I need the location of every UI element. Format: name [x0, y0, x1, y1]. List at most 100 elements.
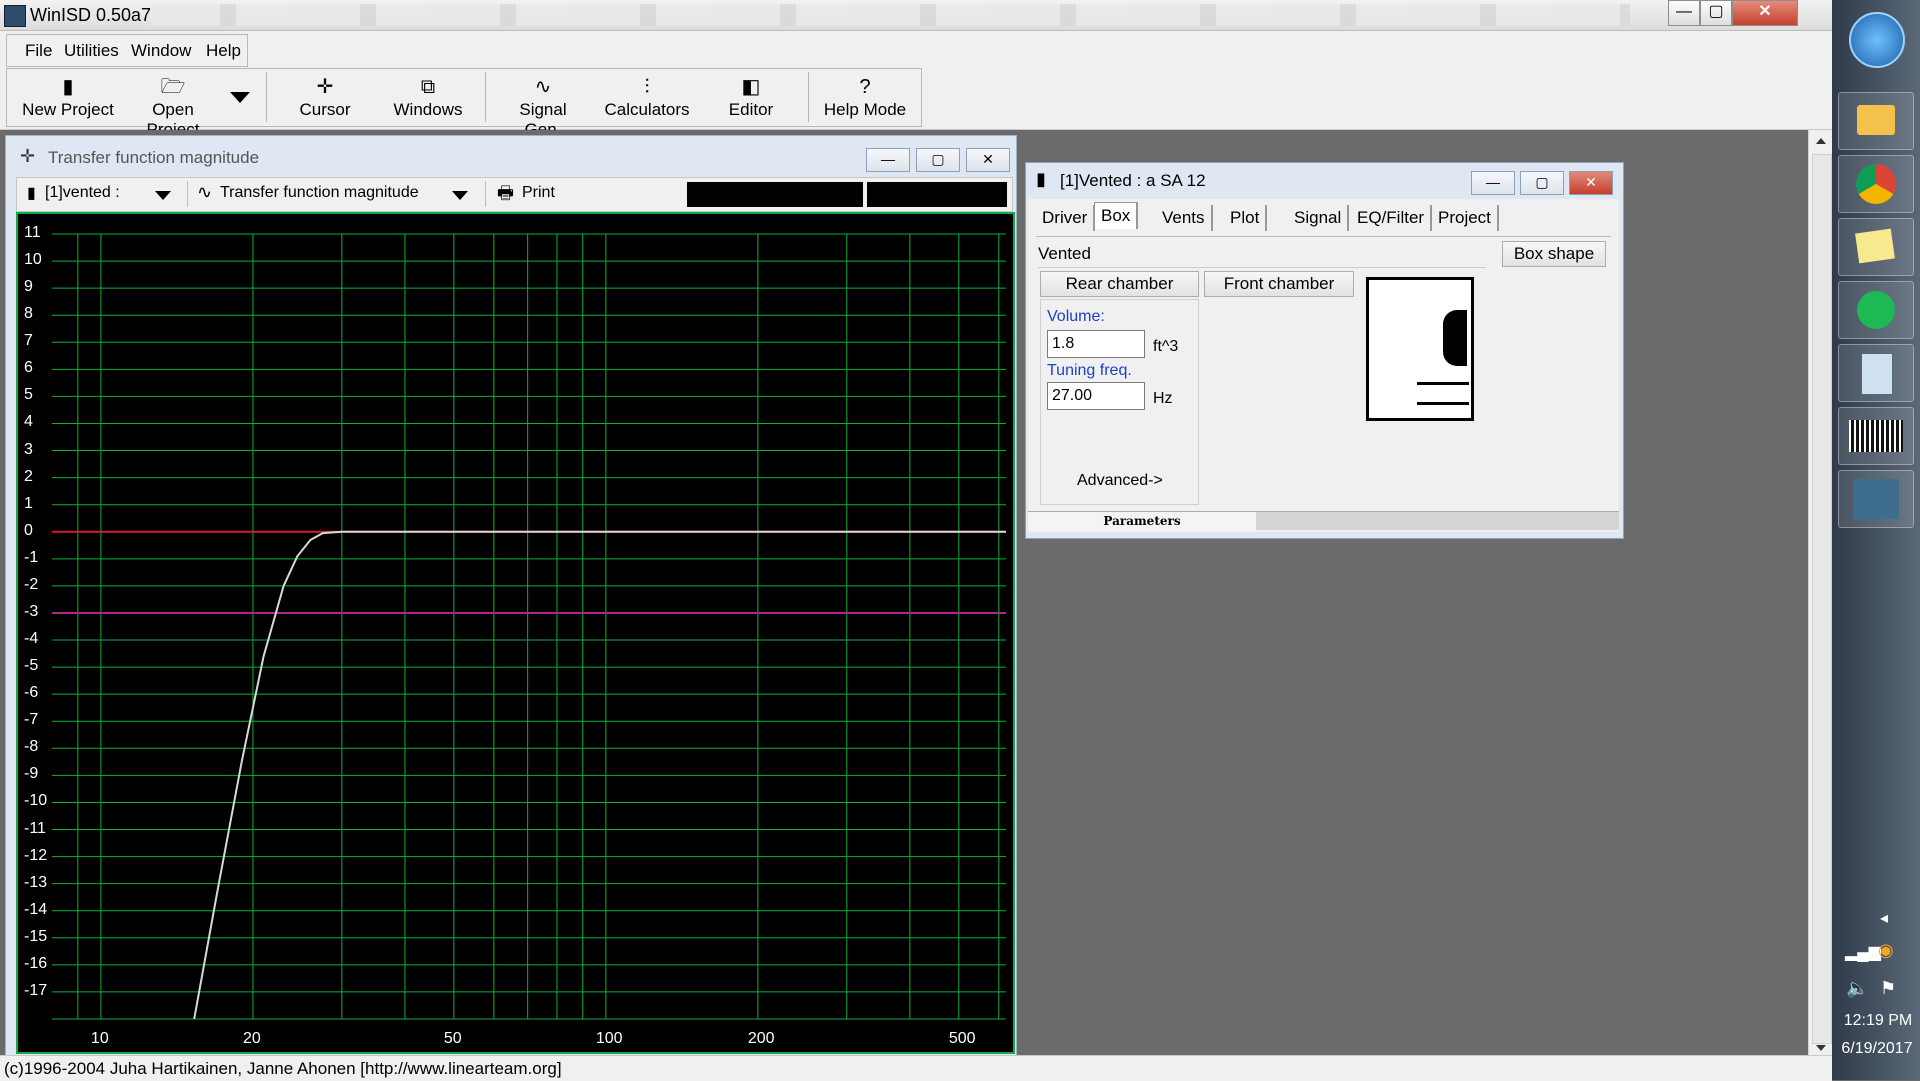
open-project-dropdown-arrow[interactable] [230, 92, 250, 103]
project-dropdown-arrow[interactable] [155, 191, 171, 200]
volume-icon[interactable]: 🔈 [1846, 978, 1868, 999]
tab-box[interactable]: Box [1094, 202, 1139, 229]
y-tick-label: -15 [24, 927, 48, 945]
scroll-thumb[interactable] [1812, 154, 1832, 1044]
y-tick-label: 1 [24, 494, 33, 512]
box-shape-button[interactable]: Box shape [1502, 241, 1606, 267]
sticky-notes-icon[interactable] [1838, 218, 1914, 276]
tab-signal[interactable]: Signal [1288, 205, 1350, 231]
port-line-top [1417, 382, 1469, 385]
tuning-freq-input[interactable]: 27.00 [1047, 382, 1145, 410]
clock-date[interactable]: 6/19/2017 [1834, 1040, 1920, 1058]
vented-maximize-button[interactable]: ▢ [1520, 171, 1564, 195]
new-project-label: New Project [22, 100, 114, 119]
tab-plot[interactable]: Plot [1224, 205, 1268, 231]
calculator-sliders-icon: ⫶ [644, 76, 650, 98]
graph-dropdown-arrow[interactable] [452, 191, 468, 200]
plot-close-button[interactable]: ✕ [966, 148, 1010, 172]
plot-area[interactable]: 11 10 9 8 7 6 5 4 3 2 1 0 -1 -2 -3 -4 -5 -6 -7 -8 -9 -10 -11 -1… [16, 212, 1015, 1054]
tab-project[interactable]: Project [1432, 205, 1499, 231]
plot-window-icon: ✛ [20, 146, 36, 166]
rear-chamber-tab[interactable]: Rear chamber [1040, 271, 1199, 297]
x-tick-label: 20 [242, 1030, 261, 1047]
action-center-flag-icon[interactable]: ⚑ [1880, 978, 1896, 999]
tab-vents[interactable]: Vents [1156, 205, 1213, 231]
close-button[interactable]: ✕ [1732, 0, 1798, 26]
open-folder-icon: 🗁 [160, 76, 186, 98]
tray-expand-icon[interactable]: ◂ [1880, 908, 1888, 928]
graph-select[interactable]: Transfer function magnitude [220, 184, 419, 202]
new-project-button[interactable]: ▮ New Project [22, 74, 114, 120]
speaker-driver-shape [1443, 310, 1467, 366]
y-tick-label: -3 [24, 602, 39, 620]
chrome-icon[interactable] [1838, 155, 1914, 213]
box-diagram [1366, 277, 1474, 421]
advanced-link[interactable]: Advanced-> [1077, 472, 1163, 490]
file-explorer-icon[interactable] [1838, 92, 1914, 150]
vented-minimize-button[interactable]: — [1471, 171, 1515, 195]
x-tick-label: 200 [747, 1030, 775, 1047]
menu-file[interactable]: File [25, 41, 52, 61]
scroll-down-arrow[interactable] [1816, 1045, 1826, 1051]
y-tick-label: -10 [24, 792, 48, 810]
vented-box-window[interactable]: ▮ [1]Vented : a SA 12 — ▢ ✕ Driver Box V… [1025, 162, 1624, 539]
tab-eq-filter[interactable]: EQ/Filter [1351, 205, 1433, 231]
plot-maximize-button[interactable]: ▢ [916, 148, 960, 172]
background-tabs [150, 4, 1630, 26]
help-mode-button[interactable]: ? Help Mode [822, 74, 908, 120]
windows-button[interactable]: ⧉ Windows [390, 74, 466, 120]
y-tick-label: 3 [24, 440, 33, 458]
calculators-button[interactable]: ⫶ Calculators [604, 74, 690, 120]
spotify-icon[interactable] [1838, 281, 1914, 339]
minimize-button[interactable]: — [1668, 0, 1700, 26]
calculator-icon[interactable] [1838, 344, 1914, 402]
plot-window-title: Transfer function magnitude [48, 148, 260, 167]
toolbar-separator [808, 72, 809, 122]
menu-utilities[interactable]: Utilities [64, 41, 119, 61]
editor-button[interactable]: ◧ Editor [718, 74, 784, 120]
project-icon: ▮ [27, 185, 36, 202]
y-tick-label: -17 [24, 981, 48, 999]
toolbar-separator [485, 72, 486, 122]
toolbar-separator [266, 72, 267, 122]
tab-divider [1036, 236, 1611, 237]
editor-label: Editor [728, 100, 774, 119]
vertical-scrollbar[interactable] [1808, 130, 1833, 1055]
network-signal-icon[interactable]: ▂▄▆ [1845, 942, 1881, 962]
print-button[interactable]: Print [522, 184, 555, 202]
volume-input[interactable]: 1.8 [1047, 330, 1145, 358]
plot-window[interactable]: ✛ Transfer function magnitude — ▢ ✕ ▮ [1… [5, 135, 1017, 1057]
start-button[interactable] [1849, 12, 1905, 68]
y-tick-label: 2 [24, 467, 33, 485]
y-tick-label: -13 [24, 873, 48, 891]
footer-tab-strip: Parameters [1028, 511, 1619, 530]
cursor-button[interactable]: ✛ Cursor [290, 74, 360, 120]
y-tick-label: 9 [24, 278, 33, 296]
tab-driver[interactable]: Driver [1036, 205, 1096, 231]
y-tick-label: -12 [24, 846, 48, 864]
project-select[interactable]: [1]vented : [45, 184, 120, 202]
y-tick-label: 8 [24, 305, 33, 323]
y-tick-label: 10 [24, 251, 42, 269]
port-line-bottom [1417, 402, 1469, 405]
plot-minimize-button[interactable]: — [866, 148, 910, 172]
audio-waveform-icon[interactable] [1838, 407, 1914, 465]
parameters-tab[interactable]: Parameters [1028, 512, 1256, 530]
maximize-button[interactable]: ▢ [1700, 0, 1732, 26]
notification-icon[interactable]: ◉ [1878, 940, 1894, 961]
y-tick-label: 7 [24, 332, 33, 350]
y-tick-label: -9 [24, 765, 39, 783]
y-tick-label: -1 [24, 548, 39, 566]
readout-box-1 [687, 182, 863, 207]
front-chamber-tab[interactable]: Front chamber [1204, 271, 1354, 297]
winisd-icon[interactable] [1838, 470, 1914, 528]
y-tick-label: 6 [24, 359, 33, 377]
y-tick-label: -4 [24, 630, 39, 648]
menu-help[interactable]: Help [206, 41, 241, 61]
vented-close-button[interactable]: ✕ [1569, 171, 1613, 195]
volume-label: Volume: [1047, 308, 1105, 325]
scroll-up-arrow[interactable] [1816, 138, 1826, 144]
menu-window[interactable]: Window [131, 41, 191, 61]
clock-time[interactable]: 12:19 PM [1838, 1012, 1918, 1030]
box-type-field[interactable]: Vented [1038, 241, 1486, 268]
